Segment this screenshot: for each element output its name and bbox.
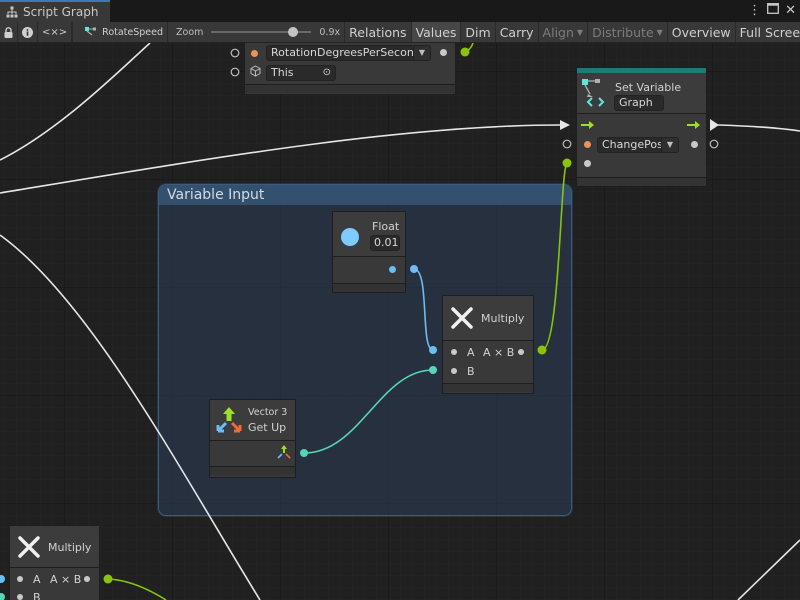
info-button[interactable] xyxy=(18,22,38,42)
chevron-down-icon: ▼ xyxy=(656,27,663,37)
tab-bar: Script Graph ⋮ ✕ xyxy=(0,0,800,22)
cube-icon xyxy=(250,65,261,77)
top-out-dot xyxy=(460,47,470,57)
flow-wire-top-left xyxy=(0,43,151,161)
graph-icon xyxy=(85,27,97,36)
float-output-port[interactable] xyxy=(389,266,396,273)
graph-breadcrumb[interactable]: RotateSpeed xyxy=(73,22,169,42)
zoom-label: Zoom xyxy=(176,26,204,38)
group-title[interactable]: Variable Input xyxy=(159,185,571,205)
vector3-output-icon[interactable] xyxy=(277,445,291,460)
variable-name-field[interactable]: RotationDegreesPerSecond xyxy=(266,45,430,61)
output-label: A × B xyxy=(483,346,515,359)
float-type-icon xyxy=(341,228,359,246)
node-title: Set Variable xyxy=(615,81,682,94)
node-title: Multiply xyxy=(481,312,525,325)
align-dropdown[interactable]: Align ▼ xyxy=(539,22,589,42)
zoom-value: 0.9x xyxy=(319,26,341,38)
output-label: A × B xyxy=(50,573,82,586)
input-a-label: A xyxy=(33,573,41,586)
top-output-wire xyxy=(464,43,474,53)
node-subtitle: Vector 3 xyxy=(248,407,288,418)
node-title: Multiply xyxy=(48,541,92,554)
zoom-slider[interactable] xyxy=(211,27,312,37)
vector3-get-up-node[interactable]: Vector 3 Get Up xyxy=(209,399,296,478)
multiply-icon xyxy=(18,536,40,558)
carry-button[interactable]: Carry xyxy=(496,22,539,42)
variable-dropdown[interactable]: ▼ xyxy=(661,137,679,153)
value-output-port[interactable] xyxy=(691,141,698,148)
object-picker-icon[interactable]: ⊙ xyxy=(323,66,331,80)
zoom-control: Zoom 0.9x xyxy=(168,22,346,42)
output-port[interactable] xyxy=(518,349,524,355)
values-button[interactable]: Values xyxy=(411,22,462,42)
get-var-port-o2 xyxy=(230,67,240,77)
flow-wire-to-set-variable xyxy=(0,124,561,194)
get-variable-node[interactable]: RotationDegreesPerSecond ▼ This ⊙ xyxy=(244,43,456,95)
vector3-icon xyxy=(216,407,242,433)
lock-button[interactable] xyxy=(0,22,18,42)
input-a-port[interactable] xyxy=(17,576,23,582)
set-variable-icon xyxy=(582,79,605,107)
multiply-node-2[interactable]: Multiply A A × B B xyxy=(9,525,100,600)
relations-button[interactable]: Relations xyxy=(345,22,412,42)
hierarchy-icon xyxy=(6,6,18,18)
dim-button[interactable]: Dim xyxy=(461,22,496,42)
set-variable-node[interactable]: Set Variable Graph ▼ ChangePos ▼ xyxy=(576,67,707,187)
input-b-port[interactable] xyxy=(17,594,23,600)
lock-icon xyxy=(4,26,13,38)
float-literal-node[interactable]: Float 0.01 xyxy=(332,211,406,293)
node-title: Get Up xyxy=(248,421,287,434)
graph-canvas[interactable]: Variable Input RotationDegreesPerSecond … xyxy=(0,43,800,600)
more-vert-icon[interactable]: ⋮ xyxy=(748,2,761,20)
overview-button[interactable]: Overview xyxy=(668,22,736,42)
script-graph-window: Script Graph ⋮ ✕ <×> RotateSpeed Zoom 0.… xyxy=(0,0,800,600)
name-port-dot xyxy=(584,141,591,148)
flow-arrow-in xyxy=(560,120,570,130)
chevron-down-icon: ▼ xyxy=(576,27,584,37)
bottom-multiply-output-wire xyxy=(107,578,167,600)
control-output-arrow-icon[interactable] xyxy=(687,120,701,130)
tab-script-graph[interactable]: Script Graph xyxy=(0,0,110,22)
toolbar: <×> RotateSpeed Zoom 0.9x Relations Valu… xyxy=(0,22,800,43)
close-icon[interactable]: ✕ xyxy=(785,2,796,20)
bottom-a-dot xyxy=(0,575,5,583)
multiply-icon xyxy=(451,307,473,329)
set-var-in-dot xyxy=(562,158,572,168)
target-field[interactable]: This ⊙ xyxy=(266,65,336,81)
node-title: Float xyxy=(372,220,400,233)
tab-title: Script Graph xyxy=(23,5,99,19)
number-port-dot xyxy=(251,50,258,57)
flow-arrow-out xyxy=(710,119,719,131)
set-var-port-o xyxy=(562,139,572,149)
flow-wire-out xyxy=(717,124,800,132)
embed-toggle[interactable]: <×> xyxy=(38,22,73,42)
bottom-mult-out-dot xyxy=(103,574,113,584)
value-input-port[interactable] xyxy=(584,160,591,167)
input-b-label: B xyxy=(33,591,41,600)
value-output-port[interactable] xyxy=(440,49,447,56)
bottom-b-dot xyxy=(0,593,5,600)
info-icon xyxy=(22,26,33,38)
maximize-icon[interactable] xyxy=(767,2,780,20)
multiply-node[interactable]: Multiply A A × B B xyxy=(442,295,534,394)
control-input-arrow-icon[interactable] xyxy=(581,120,595,130)
input-b-port[interactable] xyxy=(451,368,457,374)
input-a-label: A xyxy=(467,346,475,359)
output-port[interactable] xyxy=(84,576,90,582)
flow-wire-bottom-right xyxy=(737,539,800,600)
zoom-slider-thumb[interactable] xyxy=(288,27,299,37)
input-b-label: B xyxy=(467,365,475,378)
get-var-port-o1 xyxy=(230,48,240,58)
scope-dropdown[interactable]: Graph ▼ xyxy=(614,95,664,121)
input-a-port[interactable] xyxy=(451,349,457,355)
full-screen-button[interactable]: Full Screen xyxy=(736,22,800,42)
window-controls: ⋮ ✕ xyxy=(748,2,796,20)
distribute-dropdown[interactable]: Distribute ▼ xyxy=(588,22,668,42)
float-value-field[interactable]: 0.01 xyxy=(370,235,400,251)
set-var-out-port-o xyxy=(709,139,719,149)
variable-dropdown[interactable]: ▼ xyxy=(413,45,431,61)
